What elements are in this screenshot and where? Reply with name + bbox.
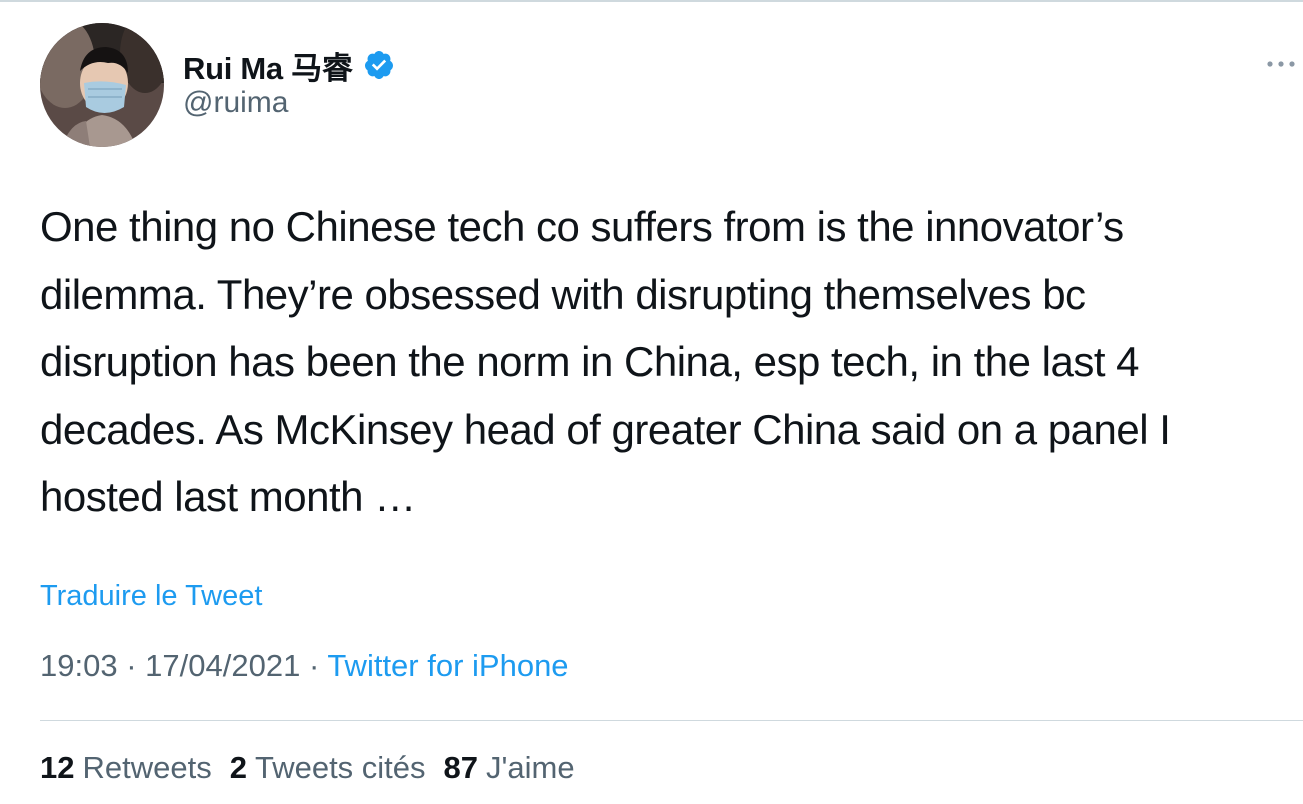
retweets-stat[interactable]: 12 Retweets [40, 750, 212, 786]
author-name[interactable]: Rui Ma 马睿 [183, 43, 353, 88]
quote-tweets-count: 2 [229, 750, 247, 785]
more-horizontal-icon [1267, 61, 1295, 67]
likes-label: J'aime [486, 750, 575, 785]
tweet-text-line: decades. As McKinsey head of greater Chi… [40, 405, 1171, 453]
retweets-count: 12 [40, 750, 75, 785]
top-border [0, 0, 1303, 2]
quote-tweets-label: Tweets cités [254, 750, 426, 785]
avatar-photo [40, 23, 164, 147]
author-name-row[interactable]: Rui Ma 马睿 [183, 44, 395, 86]
avatar[interactable] [40, 23, 164, 147]
quote-tweets-stat[interactable]: 2 Tweets cités [230, 750, 426, 786]
likes-stat[interactable]: 87 J'aime [444, 750, 575, 786]
likes-count: 87 [443, 750, 479, 785]
divider [40, 720, 1303, 721]
more-options-button[interactable] [1264, 50, 1298, 78]
verified-badge-icon [364, 51, 393, 79]
meta-separator: · [308, 648, 320, 683]
tweet-time[interactable]: 19:03 [40, 648, 118, 683]
tweet-date[interactable]: 17/04/2021 [145, 648, 300, 683]
tweet-text-line: dilemma. They’re obsessed with disruptin… [40, 270, 1086, 318]
author-handle[interactable]: @ruima [183, 86, 288, 120]
tweet-stats: 12 Retweets 2 Tweets cités 87 J'aime [40, 750, 593, 786]
tweet-text-line: One thing no Chinese tech co suffers fro… [40, 203, 1124, 250]
tweet-source-link[interactable]: Twitter for iPhone [327, 648, 568, 683]
translate-tweet-link[interactable]: Traduire le Tweet [40, 580, 262, 613]
retweets-label: Retweets [82, 750, 212, 785]
tweet-text-line: hosted last month … [40, 473, 416, 520]
tweet-text-line: disruption has been the norm in China, e… [40, 338, 1140, 385]
tweet-meta: 19:03 · 17/04/2021 · Twitter for iPhone [40, 648, 569, 684]
meta-separator: · [126, 648, 137, 683]
tweet-text: One thing no Chinese tech co suffers fro… [40, 193, 1290, 531]
